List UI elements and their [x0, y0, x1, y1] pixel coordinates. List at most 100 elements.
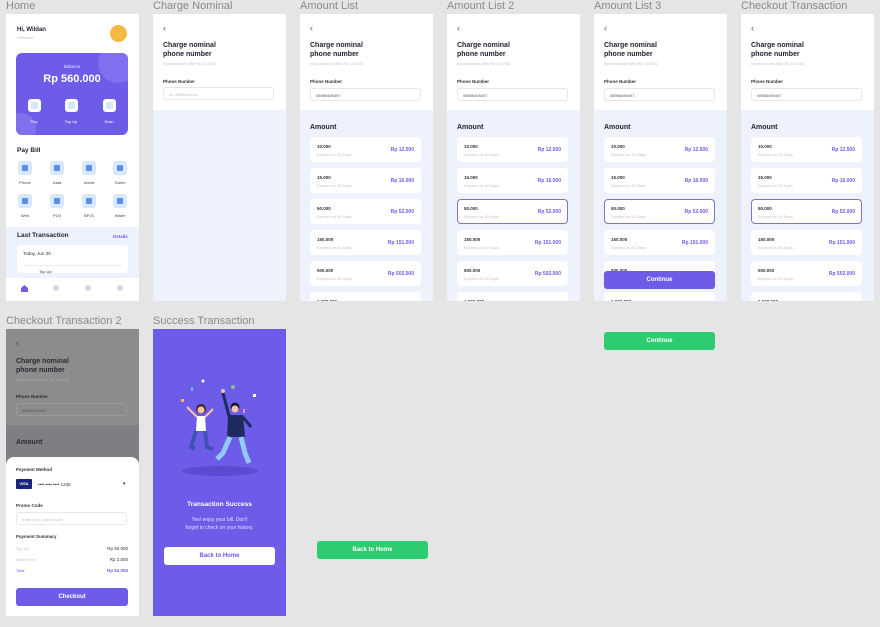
amount-card[interactable]: 150.000 Expired on 60 Days Rp 151.000	[310, 230, 421, 255]
pay-label: Pay	[30, 119, 38, 124]
charge-subtitle: Input amount (Min Rp 10.000)	[751, 61, 805, 66]
amount-card[interactable]: 50.000 Expired on 30 Days Rp 52.000	[751, 199, 862, 224]
phone-input[interactable]: 08956495497	[310, 88, 421, 101]
amount-card[interactable]: 500.000 Expired on 90 Days Rp 502.000	[751, 261, 862, 286]
amount-card[interactable]: 50.000 Expired on 30 Days Rp 52.000	[604, 199, 715, 224]
charge-subtitle: Input amount (Min Rp 10.000)	[310, 61, 364, 66]
avatar[interactable]	[110, 25, 127, 42]
phone-input[interactable]: 08956495497	[604, 88, 715, 101]
back-to-home-button[interactable]: Back to Home	[164, 547, 275, 565]
pln-icon[interactable]	[50, 194, 64, 208]
amount-value: 10.000	[758, 144, 772, 149]
amount-card[interactable]: 10.000 Expired on 30 Days Rp 12.500	[457, 137, 568, 162]
profile-tab-icon[interactable]	[117, 285, 123, 291]
promo-input[interactable]: Enter your promo code	[16, 512, 127, 525]
continue-button-green[interactable]: Continue	[604, 332, 715, 350]
back-icon[interactable]: ‹	[310, 24, 313, 33]
back-icon[interactable]: ‹	[751, 24, 754, 33]
phone-label: Phone Number	[604, 79, 637, 84]
amount-value: 15.000	[317, 175, 331, 180]
checkout-button[interactable]: Checkout	[16, 588, 128, 606]
data-icon[interactable]	[50, 161, 64, 175]
back-to-home-button-green[interactable]: Back to Home	[317, 541, 428, 559]
invest-icon[interactable]	[82, 161, 96, 175]
back-icon[interactable]: ‹	[163, 24, 166, 33]
charge-subtitle: Input amount (Min Rp 10.000)	[16, 377, 70, 382]
phone-icon[interactable]	[18, 161, 32, 175]
back-icon[interactable]: ‹	[604, 24, 607, 33]
amount-card[interactable]: 10.000 Expired on 30 Days Rp 12.500	[310, 137, 421, 162]
phone-label: Phone Number	[457, 79, 490, 84]
checkout-transaction-2-frame: ‹ Charge nominal phone number Input amou…	[6, 329, 139, 616]
amount-expire: Expired on 60 Days	[758, 245, 793, 250]
back-icon[interactable]: ‹	[16, 339, 19, 348]
amount-card[interactable]: 1.000.000	[310, 292, 421, 301]
phone-input[interactable]: 08956495497	[751, 88, 862, 101]
amount-price: Rp 151.000	[387, 240, 414, 246]
amount-card[interactable]: 15.000 Expired on 30 Days Rp 16.000	[604, 168, 715, 193]
amount-expire: Expired on 90 Days	[317, 276, 352, 281]
pay-icon[interactable]	[28, 99, 41, 112]
frame-title-charge-nominal: Charge Nominal	[153, 0, 233, 12]
amount-card[interactable]: 150.000 Expired on 60 Days Rp 151.000	[751, 230, 862, 255]
amount-value: 50.000	[758, 206, 772, 211]
amount-card[interactable]: 1.000.000	[604, 292, 715, 301]
frame-title-checkout-transaction: Checkout Transaction	[741, 0, 848, 12]
checkout-transaction-frame: ‹ Charge nominal phone number Input amount …	[741, 14, 874, 301]
phone-input[interactable]: 08956495497	[457, 88, 568, 101]
home-tab-icon[interactable]	[21, 285, 28, 292]
amount-card[interactable]: 1.000.000	[457, 292, 568, 301]
amount-expire: Expired on 30 Days	[758, 152, 793, 157]
amount-price: Rp 12.500	[684, 147, 708, 153]
game-icon[interactable]	[113, 161, 127, 175]
amount-card[interactable]: 10.000 Expired on 30 Days Rp 12.500	[751, 137, 862, 162]
amount-price: Rp 12.500	[390, 147, 414, 153]
amount-card[interactable]: 15.000 Expired on 30 Days Rp 16.000	[751, 168, 862, 193]
amount-value: 10.000	[317, 144, 331, 149]
phone-input[interactable]: ex. 0895xxxxxxx	[163, 87, 274, 100]
amount-card[interactable]: 15.000 Expired on 30 Days Rp 16.000	[310, 168, 421, 193]
amount-label: Amount	[16, 439, 43, 446]
amount-value: 1.000.000	[611, 299, 631, 301]
frame-title-checkout-transaction-2: Checkout Transaction 2	[6, 315, 122, 327]
amount-value: 15.000	[464, 175, 478, 180]
amount-value: 1.000.000	[317, 299, 337, 301]
scan-icon[interactable]	[103, 99, 116, 112]
amount-card[interactable]: 1.000.000	[751, 292, 862, 301]
amount-value: 10.000	[464, 144, 478, 149]
success-desc-line1: Yes! enjoy your bill. Don't	[191, 517, 248, 523]
amount-list-3-frame: ‹ Charge nominal phone number Input amount …	[594, 14, 727, 301]
charge-nominal-frame: ‹ Charge nominal phone number Input amou…	[153, 14, 286, 301]
chevron-down-icon[interactable]: ▾	[123, 481, 126, 487]
amount-card[interactable]: 500.000 Expired on 90 Days Rp 502.000	[457, 261, 568, 286]
back-icon[interactable]: ‹	[457, 24, 460, 33]
charge-subtitle: Input amount (Min Rp 10.000)	[604, 61, 658, 66]
amount-card[interactable]: 150.000 Expired on 60 Days Rp 151.000	[457, 230, 568, 255]
phone-input[interactable]: 08956495497	[16, 403, 127, 416]
amount-price: Rp 16.000	[684, 178, 708, 184]
history-tab-icon[interactable]	[53, 285, 59, 291]
amount-card[interactable]: 50.000 Expired on 30 Days Rp 52.000	[310, 199, 421, 224]
topup-icon[interactable]	[65, 99, 78, 112]
amount-card[interactable]: 500.000 Expired on 90 Days Rp 502.000	[310, 261, 421, 286]
transaction-card[interactable]: Today, Jun 30 Top Up	[17, 245, 128, 274]
frame-title-success-transaction: Success Transaction	[153, 315, 255, 327]
water-icon[interactable]	[113, 194, 127, 208]
amount-value: 15.000	[611, 175, 625, 180]
continue-button[interactable]: Continue	[604, 271, 715, 289]
bpjs-icon[interactable]	[82, 194, 96, 208]
topup-label: Top Up	[64, 119, 78, 124]
amount-card[interactable]: 50.000 Expired on 30 Days Rp 52.000	[457, 199, 568, 224]
bottom-nav	[6, 278, 139, 301]
notification-tab-icon[interactable]	[85, 285, 91, 291]
amount-value: 150.000	[464, 237, 481, 242]
web-icon[interactable]	[18, 194, 32, 208]
balance-value: Rp 560.000	[43, 73, 101, 85]
empty-area	[153, 110, 286, 301]
amount-card[interactable]: 10.000 Expired on 30 Days Rp 12.500	[604, 137, 715, 162]
charge-title-line2: phone number	[310, 51, 359, 58]
amount-price: Rp 12.500	[831, 147, 855, 153]
amount-card[interactable]: 15.000 Expired on 30 Days Rp 16.000	[457, 168, 568, 193]
amount-card[interactable]: 150.000 Expired on 60 Days Rp 151.000	[604, 230, 715, 255]
details-link[interactable]: Details	[113, 234, 128, 239]
